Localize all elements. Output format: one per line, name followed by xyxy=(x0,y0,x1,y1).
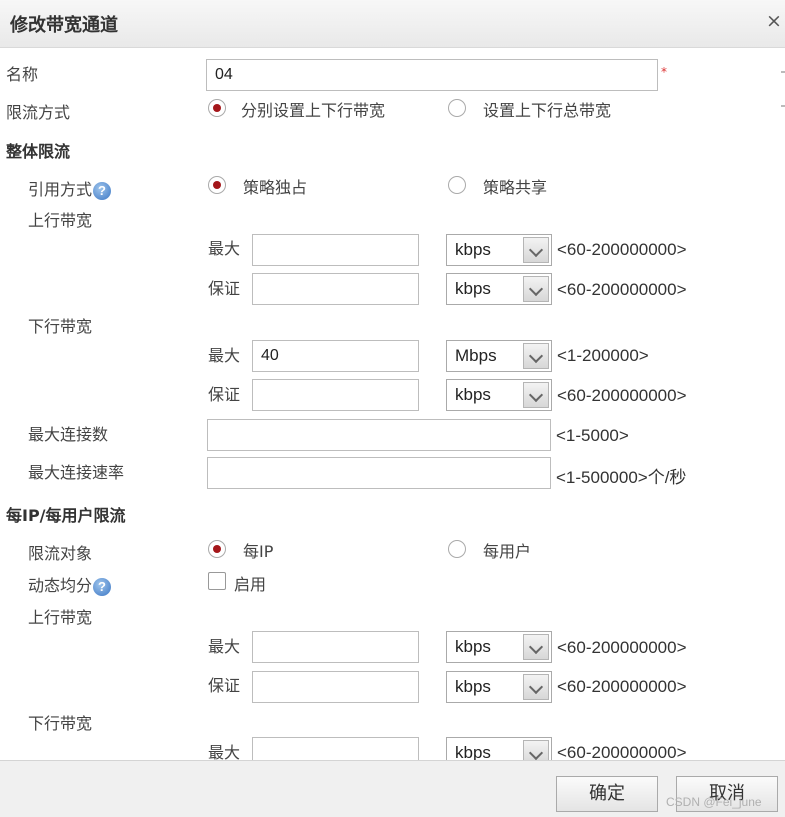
overall-down-guar-input[interactable] xyxy=(252,379,419,411)
per-up-max-label: 最大 xyxy=(208,637,241,656)
unit-value: kbps xyxy=(455,385,491,404)
overall-up-guar-label: 保证 xyxy=(208,279,241,298)
dynamic-label: 动态均分? xyxy=(28,572,112,596)
radio-policy-exclusive-label: 策略独占 xyxy=(243,178,308,197)
overall-down-label: 下行带宽 xyxy=(28,317,93,336)
radio-policy-shared-label: 策略共享 xyxy=(483,178,548,197)
chevron-down-icon xyxy=(523,382,549,408)
section-overall-heading: 整体限流 xyxy=(6,142,71,161)
unit-value: kbps xyxy=(455,677,491,696)
overall-up-label: 上行带宽 xyxy=(28,211,93,230)
help-icon[interactable]: ? xyxy=(93,577,112,596)
overall-down-guar-unit-select[interactable]: kbps xyxy=(446,379,552,411)
required-mark: * xyxy=(661,65,667,79)
per-up-max-input[interactable] xyxy=(252,631,419,663)
radio-separate-bandwidth-label: 分别设置上下行带宽 xyxy=(241,101,386,120)
radio-policy-exclusive[interactable] xyxy=(208,176,226,194)
overall-up-max-label: 最大 xyxy=(208,239,241,258)
unit-value: Mbps xyxy=(455,346,497,365)
watermark: CSDN @Fei_june xyxy=(666,795,762,809)
overall-up-guar-input[interactable] xyxy=(252,273,419,305)
per-up-label: 上行带宽 xyxy=(28,608,93,627)
max-conn-range: <1-5000> xyxy=(556,426,629,445)
per-up-guar-label: 保证 xyxy=(208,676,241,695)
enable-checkbox-label: 启用 xyxy=(234,575,267,594)
chevron-down-icon xyxy=(523,343,549,369)
close-icon[interactable]: × xyxy=(766,10,782,32)
dynamic-label-text: 动态均分 xyxy=(28,576,93,595)
radio-per-user[interactable] xyxy=(448,540,466,558)
name-label: 名称 xyxy=(6,65,39,84)
overall-down-max-range: <1-200000> xyxy=(557,346,649,365)
overall-up-max-input[interactable] xyxy=(252,234,419,266)
section-per-heading: 每IP/每用户限流 xyxy=(6,506,126,525)
chevron-down-icon xyxy=(523,634,549,660)
unit-value: kbps xyxy=(455,279,491,298)
target-label: 限流对象 xyxy=(28,544,93,563)
overall-up-max-range: <60-200000000> xyxy=(557,240,687,259)
limit-mode-label: 限流方式 xyxy=(6,103,71,122)
overall-up-guar-unit-select[interactable]: kbps xyxy=(446,273,552,305)
chevron-down-icon xyxy=(523,237,549,263)
overall-up-guar-range: <60-200000000> xyxy=(557,280,687,299)
unit-value: kbps xyxy=(455,240,491,259)
name-input[interactable] xyxy=(206,59,658,91)
max-rate-input[interactable] xyxy=(207,457,551,489)
help-icon[interactable]: ? xyxy=(93,181,112,200)
dialog-title: 修改带宽通道 xyxy=(10,15,118,36)
max-conn-label: 最大连接数 xyxy=(28,425,109,444)
unit-value: kbps xyxy=(455,637,491,656)
overall-down-max-unit-select[interactable]: Mbps xyxy=(446,340,552,372)
ref-mode-label-text: 引用方式 xyxy=(28,180,93,199)
ref-mode-label: 引用方式? xyxy=(28,176,112,200)
overall-down-guar-range: <60-200000000> xyxy=(557,386,687,405)
scroll-marker xyxy=(781,105,785,107)
overall-down-guar-label: 保证 xyxy=(208,385,241,404)
radio-separate-bandwidth[interactable] xyxy=(208,99,226,117)
ok-button[interactable]: 确定 xyxy=(556,776,658,812)
per-up-max-range: <60-200000000> xyxy=(557,638,687,657)
radio-total-bandwidth-label: 设置上下行总带宽 xyxy=(483,101,612,120)
per-up-guar-input[interactable] xyxy=(252,671,419,703)
overall-down-max-label: 最大 xyxy=(208,346,241,365)
radio-total-bandwidth[interactable] xyxy=(448,99,466,117)
per-up-max-unit-select[interactable]: kbps xyxy=(446,631,552,663)
per-down-label: 下行带宽 xyxy=(28,714,93,733)
max-rate-label: 最大连接速率 xyxy=(28,463,125,482)
per-up-guar-unit-select[interactable]: kbps xyxy=(446,671,552,703)
radio-policy-shared[interactable] xyxy=(448,176,466,194)
radio-per-user-label: 每用户 xyxy=(483,542,532,561)
enable-checkbox[interactable] xyxy=(208,572,226,590)
max-conn-input[interactable] xyxy=(207,419,551,451)
radio-per-ip[interactable] xyxy=(208,540,226,558)
scroll-marker xyxy=(781,71,785,73)
max-rate-range: <1-500000>个/秒 xyxy=(556,468,687,487)
overall-down-max-input[interactable] xyxy=(252,340,419,372)
per-up-guar-range: <60-200000000> xyxy=(557,677,687,696)
overall-up-max-unit-select[interactable]: kbps xyxy=(446,234,552,266)
chevron-down-icon xyxy=(523,674,549,700)
chevron-down-icon xyxy=(523,276,549,302)
radio-per-ip-label: 每IP xyxy=(243,542,274,561)
